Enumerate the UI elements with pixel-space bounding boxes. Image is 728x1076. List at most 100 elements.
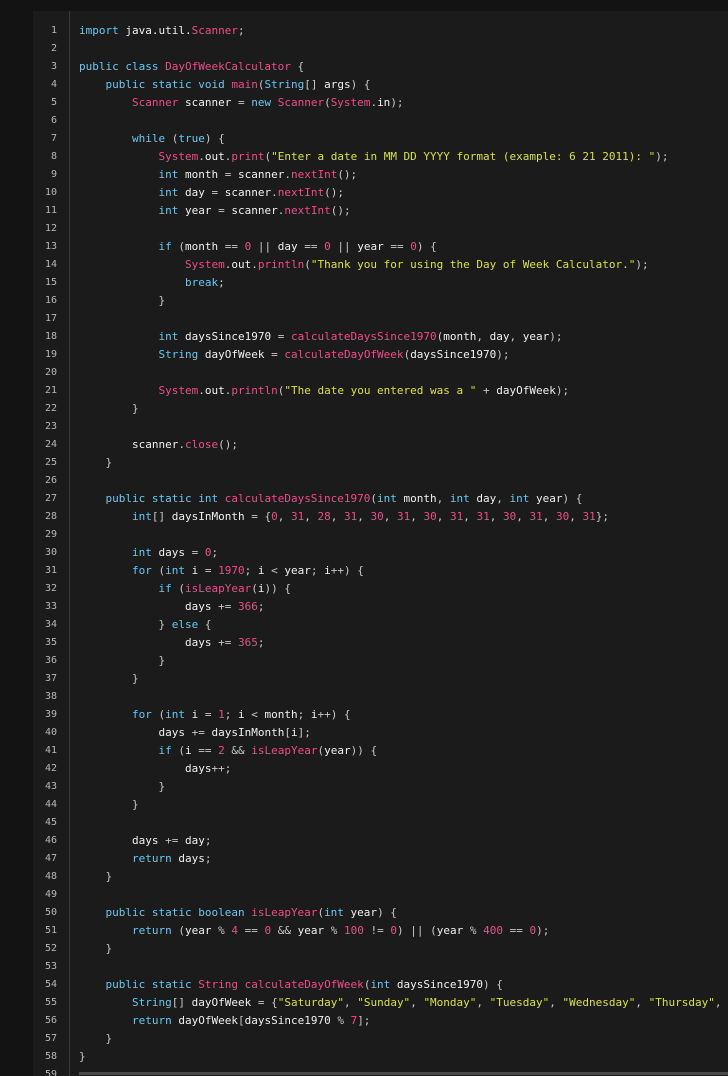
code-line[interactable]: if (month == 0 || day == 0 || year == 0)… <box>79 238 436 256</box>
code-line[interactable]: return (year % 4 == 0 && year % 100 != 0… <box>79 922 549 940</box>
code-token: System <box>158 150 199 163</box>
code-line[interactable]: } <box>79 292 165 310</box>
code-line[interactable]: } <box>79 1048 86 1066</box>
code-line[interactable]: } else { <box>79 616 211 634</box>
line-number: 15 <box>44 277 57 288</box>
code-line[interactable]: } <box>79 1030 113 1048</box>
code-line[interactable]: while (true) { <box>79 130 225 148</box>
code-line[interactable]: } <box>79 868 113 886</box>
code-token: 365 <box>237 636 258 649</box>
code-token: isLeapYear <box>184 582 252 595</box>
code-line[interactable]: int daysSince1970 = calculateDaysSince19… <box>79 328 562 346</box>
code-token: = <box>224 168 238 181</box>
code-line[interactable]: if (isLeapYear(i)) { <box>79 580 290 598</box>
code-line[interactable]: } <box>79 940 113 958</box>
code-line[interactable]: import java.util.Scanner; <box>79 22 245 40</box>
code-token: int <box>131 546 152 559</box>
code-token: days <box>131 834 166 847</box>
code-line[interactable]: String[] dayOfWeek = {"Saturday", "Sunda… <box>79 994 728 1012</box>
code-token: [] <box>171 996 192 1009</box>
code-token: % <box>337 1014 351 1027</box>
code-token: int <box>165 564 185 577</box>
code-line[interactable]: public static int calculateDaysSince1970… <box>79 490 583 508</box>
horizontal-scrollbar[interactable] <box>79 1072 728 1075</box>
code-token: days <box>151 546 192 559</box>
code-token: 0 <box>390 924 397 937</box>
code-token: ; <box>257 600 265 613</box>
code-line[interactable]: } <box>79 652 165 670</box>
line-number: 1 <box>50 25 57 36</box>
code-line[interactable]: int days = 0; <box>79 544 218 562</box>
code-token: % <box>218 924 232 937</box>
code-token: [ <box>237 1014 245 1027</box>
code-token: int <box>377 492 397 505</box>
line-number: 28 <box>44 511 57 522</box>
code-token: , <box>463 510 477 523</box>
code-line[interactable]: System.out.print("Enter a date in MM DD … <box>79 148 668 166</box>
code-token: public static boolean <box>105 906 252 919</box>
code-token: ( <box>178 240 185 253</box>
line-number: 56 <box>44 1015 57 1026</box>
code-line[interactable]: int month = scanner.nextInt(); <box>79 166 357 184</box>
code-line[interactable]: } <box>79 778 165 796</box>
code-line[interactable]: public static void main(String[] args) { <box>79 76 371 94</box>
code-line[interactable]: days++; <box>79 760 231 778</box>
code-line[interactable]: public class DayOfWeekCalculator { <box>79 58 304 76</box>
code-token: System <box>184 258 225 271</box>
code-line[interactable]: scanner.close(); <box>79 436 238 454</box>
code-line[interactable]: System.out.println("The date you entered… <box>79 382 569 400</box>
code-token: 31 <box>476 510 490 523</box>
code-line[interactable]: int year = scanner.nextInt(); <box>79 202 350 220</box>
line-number: 37 <box>44 673 57 684</box>
code-token: , <box>714 996 728 1009</box>
code-line[interactable]: days += 366; <box>79 598 265 616</box>
code-line[interactable]: } <box>79 796 139 814</box>
code-line[interactable]: public static String calculateDayOfWeek(… <box>79 976 503 994</box>
code-line[interactable]: int[] daysInMonth = {0, 31, 28, 31, 30, … <box>79 508 609 526</box>
code-line[interactable]: for (int i = 1; i < month; i++) { <box>79 706 351 724</box>
line-number: 38 <box>44 691 57 702</box>
code-token: ]; <box>357 1014 371 1027</box>
code-token: 4 <box>231 924 238 937</box>
code-token: "Thank you for using the Day of Week Cal… <box>310 258 636 271</box>
code-token: < <box>271 564 285 577</box>
code-line[interactable]: days += daysInMonth[i]; <box>79 724 311 742</box>
code-line[interactable]: if (i == 2 && isLeapYear(year)) { <box>79 742 377 760</box>
line-number: 52 <box>44 943 57 954</box>
code-line[interactable]: String dayOfWeek = calculateDayOfWeek(da… <box>79 346 509 364</box>
code-line[interactable]: break; <box>79 274 225 292</box>
code-line[interactable]: } <box>79 454 113 472</box>
code-token: year <box>297 924 331 937</box>
code-line[interactable]: System.out.println("Thank you for using … <box>79 256 649 274</box>
code-line[interactable]: int day = scanner.nextInt(); <box>79 184 343 202</box>
code-token: ++) { <box>330 564 364 577</box>
code-line[interactable]: for (int i = 1970; i < year; i++) { <box>79 562 364 580</box>
code-token: int <box>165 708 185 721</box>
code-token: ; <box>310 564 325 577</box>
code-token: day <box>277 240 305 253</box>
code-token: , <box>516 510 530 523</box>
code-line[interactable]: public static boolean isLeapYear(int yea… <box>79 904 397 922</box>
code-line[interactable]: Scanner scanner = new Scanner(System.in)… <box>79 94 404 112</box>
code-line[interactable]: return days; <box>79 850 212 868</box>
code-editor[interactable]: 1 2 3 4 5 6 7 8 9 10 11 12 13 14 15 16 17 18 19 20 21 22 23 24 2… <box>33 11 728 1076</box>
code-token: . <box>198 384 205 397</box>
code-token: ]; <box>297 726 311 739</box>
code-line[interactable]: return dayOfWeek[daysSince1970 % 7]; <box>79 1012 370 1030</box>
code-line[interactable]: days += 365; <box>79 634 265 652</box>
code-line[interactable]: } <box>79 670 139 688</box>
code-token: Scanner <box>131 96 179 109</box>
code-token: 0 <box>324 240 331 253</box>
code-line[interactable]: } <box>79 400 139 418</box>
code-token: , <box>476 996 490 1009</box>
code-token: = <box>204 708 219 721</box>
code-token: ( <box>178 744 185 757</box>
code-line[interactable]: days += day; <box>79 832 212 850</box>
code-token: if <box>158 744 179 757</box>
